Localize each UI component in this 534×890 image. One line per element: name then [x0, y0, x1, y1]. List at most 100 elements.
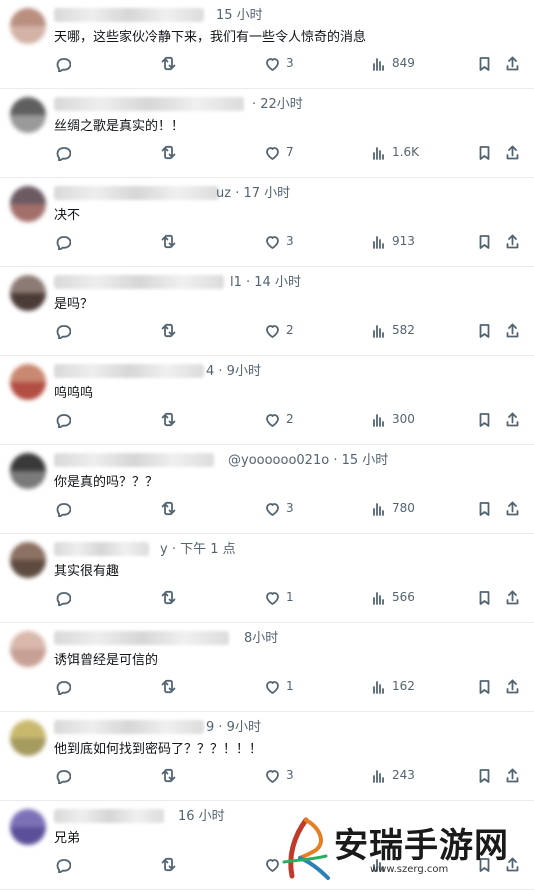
- avatar[interactable]: [10, 542, 46, 578]
- bookmark-button[interactable]: [476, 675, 493, 697]
- post-timestamp[interactable]: 9 · 9小时: [206, 716, 261, 735]
- avatar[interactable]: [10, 809, 46, 845]
- bookmark-button[interactable]: [476, 141, 493, 163]
- reply-button[interactable]: [54, 853, 71, 875]
- reply-button[interactable]: [54, 408, 71, 430]
- retweet-button[interactable]: [160, 408, 177, 430]
- reply-button[interactable]: [54, 319, 71, 341]
- comment-post[interactable]: 8小时 诱饵曾经是可信的 1 162: [0, 623, 534, 712]
- reply-button[interactable]: [54, 497, 71, 519]
- blurred-username[interactable]: [54, 453, 214, 467]
- post-timestamp[interactable]: uz · 17 小时: [216, 182, 290, 201]
- post-timestamp[interactable]: 4 · 9小时: [206, 360, 261, 379]
- share-button[interactable]: [504, 675, 521, 697]
- share-button[interactable]: [504, 764, 521, 786]
- bookmark-button[interactable]: [476, 319, 493, 341]
- blurred-username[interactable]: [54, 809, 164, 823]
- post-timestamp[interactable]: · 22小时: [252, 93, 303, 112]
- like-button[interactable]: 3: [264, 497, 294, 519]
- avatar[interactable]: [10, 275, 46, 311]
- like-button[interactable]: 2: [264, 319, 294, 341]
- bookmark-button[interactable]: [476, 764, 493, 786]
- views-button[interactable]: 582: [370, 319, 415, 341]
- post-timestamp[interactable]: 16 小时: [178, 805, 225, 824]
- avatar[interactable]: [10, 8, 46, 44]
- retweet-button[interactable]: [160, 230, 177, 252]
- post-timestamp[interactable]: l1 · 14 小时: [230, 271, 301, 290]
- comment-post[interactable]: y · 下午 1 点其实很有趣 1 566: [0, 534, 534, 623]
- avatar[interactable]: [10, 631, 46, 667]
- retweet-button[interactable]: [160, 586, 177, 608]
- comment-post[interactable]: 4 · 9小时 呜呜呜 2 300: [0, 356, 534, 445]
- reply-button[interactable]: [54, 52, 71, 74]
- retweet-button[interactable]: [160, 675, 177, 697]
- views-button[interactable]: 913: [370, 230, 415, 252]
- views-button[interactable]: 300: [370, 408, 415, 430]
- blurred-username[interactable]: [54, 720, 204, 734]
- like-button[interactable]: 2: [264, 408, 294, 430]
- comment-post[interactable]: l1 · 14 小时 是吗？ 2 582: [0, 267, 534, 356]
- avatar[interactable]: [10, 453, 46, 489]
- comment-post[interactable]: · 22小时 丝绸之歌是真实的！！ 7 1.6K: [0, 89, 534, 178]
- comment-post[interactable]: 15 小时 天哪，这些家伙冷静下来，我们有一些令人惊奇的消息 3 849: [0, 0, 534, 89]
- views-button[interactable]: 566: [370, 586, 415, 608]
- share-button[interactable]: [504, 141, 521, 163]
- reply-button[interactable]: [54, 230, 71, 252]
- avatar[interactable]: [10, 720, 46, 756]
- bookmark-button[interactable]: [476, 408, 493, 430]
- heart-icon: [266, 680, 279, 694]
- bookmark-button[interactable]: [476, 497, 493, 519]
- post-timestamp[interactable]: @yoooooo021o · 15 小时: [228, 449, 388, 468]
- bookmark-icon: [479, 56, 490, 71]
- blurred-username[interactable]: [54, 186, 219, 200]
- like-button[interactable]: 7: [264, 141, 294, 163]
- retweet-button[interactable]: [160, 764, 177, 786]
- avatar[interactable]: [10, 97, 46, 133]
- avatar[interactable]: [10, 186, 46, 222]
- retweet-button[interactable]: [160, 497, 177, 519]
- share-button[interactable]: [504, 497, 521, 519]
- post-timestamp[interactable]: 15 小时: [216, 4, 263, 23]
- avatar[interactable]: [10, 364, 46, 400]
- blurred-username[interactable]: [54, 542, 149, 556]
- like-button[interactable]: 1: [264, 675, 294, 697]
- reply-button[interactable]: [54, 586, 71, 608]
- comment-post[interactable]: uz · 17 小时 决不 3 913: [0, 178, 534, 267]
- like-button[interactable]: 1: [264, 586, 294, 608]
- comment-post[interactable]: @yoooooo021o · 15 小时 你是真的吗？？？ 3 780: [0, 445, 534, 534]
- views-button[interactable]: 162: [370, 675, 415, 697]
- post-actions: 3 913: [54, 230, 524, 252]
- share-button[interactable]: [504, 319, 521, 341]
- share-icon: [506, 768, 519, 782]
- reply-button[interactable]: [54, 675, 71, 697]
- blurred-username[interactable]: [54, 631, 229, 645]
- retweet-button[interactable]: [160, 319, 177, 341]
- like-button[interactable]: 3: [264, 230, 294, 252]
- views-button[interactable]: 849: [370, 52, 415, 74]
- reply-button[interactable]: [54, 141, 71, 163]
- like-button[interactable]: 3: [264, 52, 294, 74]
- like-button[interactable]: 3: [264, 764, 294, 786]
- share-button[interactable]: [504, 408, 521, 430]
- post-timestamp[interactable]: y · 下午 1 点: [160, 538, 236, 557]
- views-button[interactable]: 243: [370, 764, 415, 786]
- share-button[interactable]: [504, 52, 521, 74]
- retweet-button[interactable]: [160, 141, 177, 163]
- post-timestamp[interactable]: 8小时: [244, 627, 278, 646]
- blurred-username[interactable]: [54, 275, 224, 289]
- comment-post[interactable]: 9 · 9小时 他到底如何找到密码了？？？！！！ 3 243: [0, 712, 534, 801]
- reply-button[interactable]: [54, 764, 71, 786]
- blurred-username[interactable]: [54, 97, 244, 111]
- blurred-username[interactable]: [54, 8, 204, 22]
- retweet-button[interactable]: [160, 853, 177, 875]
- retweet-button[interactable]: [160, 52, 177, 74]
- blurred-username[interactable]: [54, 364, 204, 378]
- views-button[interactable]: 1.6K: [370, 141, 419, 163]
- share-button[interactable]: [504, 230, 521, 252]
- views-button[interactable]: 780: [370, 497, 415, 519]
- bookmark-button[interactable]: [476, 586, 493, 608]
- share-button[interactable]: [504, 586, 521, 608]
- bookmark-button[interactable]: [476, 230, 493, 252]
- bookmark-button[interactable]: [476, 52, 493, 74]
- retweet-icon: [161, 145, 176, 159]
